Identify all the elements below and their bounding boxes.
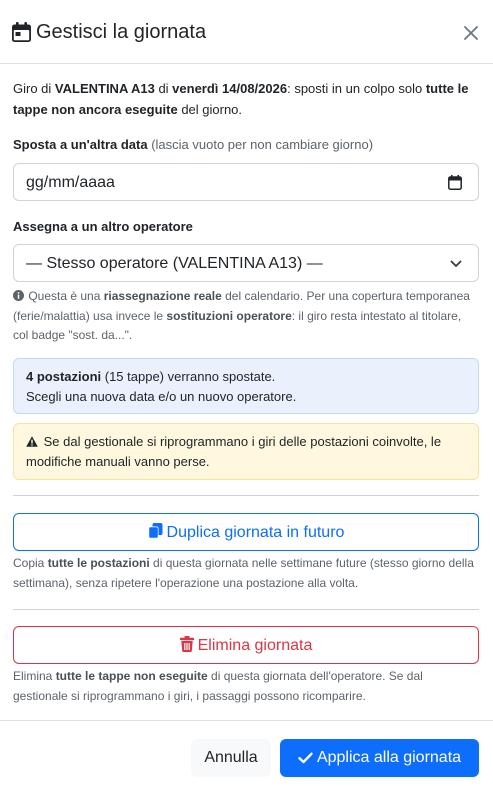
warning-alert: Se dal gestionale si riprogrammano i gir… [13, 423, 479, 480]
duplicate-day-button[interactable]: Duplica giornata in futuro [13, 513, 479, 551]
modal-header: Gestisci la giornata [0, 0, 493, 64]
day-date: venerdì 14/08/2026 [172, 81, 288, 96]
divider [13, 609, 479, 610]
reassign-help-text: Questa è una riassegnazione reale del ca… [13, 289, 470, 342]
date-input[interactable]: gg/mm/aaaa [13, 163, 479, 201]
calendar-icon [12, 22, 31, 42]
delete-day-button[interactable]: Elimina giornata [13, 626, 479, 664]
date-field-label: Sposta a un'altra data (lascia vuoto per… [13, 137, 374, 152]
move-summary-alert: 4 postazioni (15 tappe) verranno spostat… [13, 358, 479, 414]
intro-text: Giro di VALENTINA A13 di venerdì 14/08/2… [13, 81, 469, 117]
operator-select[interactable]: — Stesso operatore (VALENTINA A13) — [13, 244, 479, 282]
info-circle-icon [13, 290, 24, 301]
cancel-button[interactable]: Annulla [191, 739, 271, 777]
modal-footer: Annulla Applica alla giornata [0, 720, 493, 786]
calendar-picker-icon[interactable] [448, 175, 462, 190]
check-icon [298, 752, 313, 764]
duplicate-description: Copia tutte le postazioni di questa gior… [13, 556, 474, 590]
operator-name: VALENTINA A13 [54, 81, 155, 96]
delete-description: Elimina tutte le tappe non eseguite di q… [13, 669, 423, 703]
operator-field-label: Assegna a un altro operatore [13, 219, 193, 234]
copy-icon [148, 523, 163, 539]
trash-icon [179, 636, 194, 652]
apply-button[interactable]: Applica alla giornata [280, 739, 479, 777]
warning-triangle-icon [26, 436, 38, 447]
modal-title: Gestisci la giornata [36, 21, 207, 43]
chevron-down-icon [450, 260, 462, 267]
divider [13, 495, 479, 496]
close-icon[interactable] [462, 24, 480, 42]
